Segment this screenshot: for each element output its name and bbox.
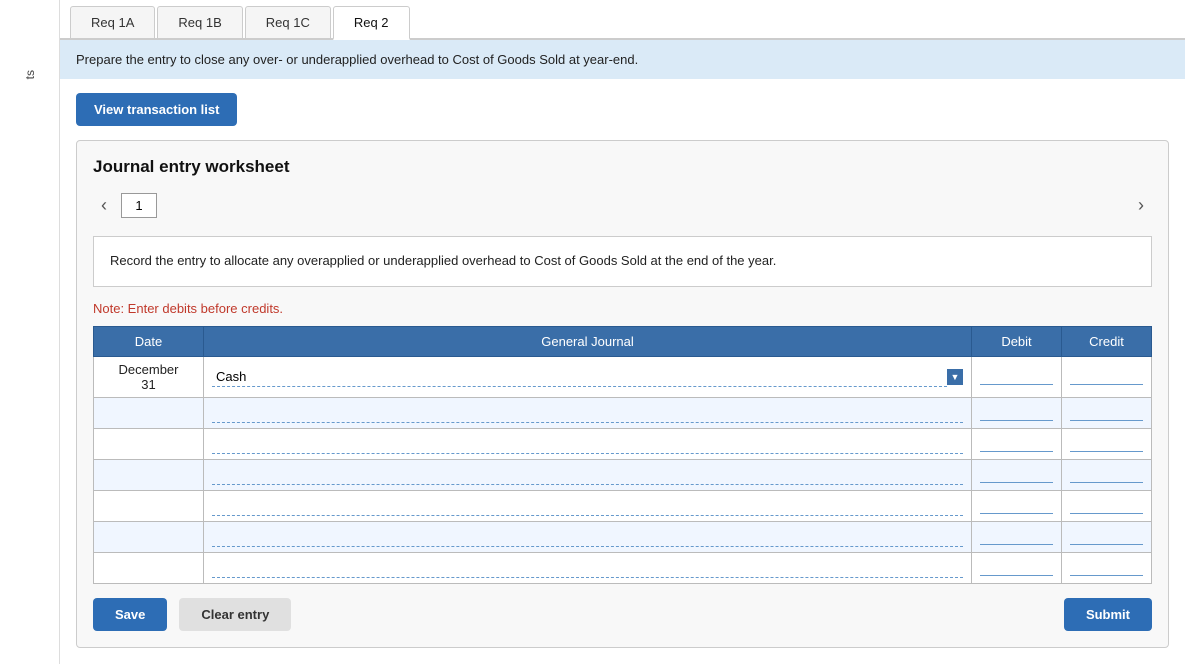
table-row-credit-3[interactable] (1062, 459, 1152, 490)
debit-input-5[interactable] (980, 529, 1053, 545)
credit-input-4[interactable] (1070, 498, 1143, 514)
nav-row: ‹ › (93, 191, 1152, 220)
table-row-journal-0[interactable]: ▼ (204, 356, 972, 397)
table-row-credit-4[interactable] (1062, 490, 1152, 521)
bottom-buttons: Save Clear entry Submit (93, 598, 1152, 631)
table-row-date-1 (94, 397, 204, 428)
instruction-text: Prepare the entry to close any over- or … (76, 52, 638, 67)
col-header-credit: Credit (1062, 326, 1152, 356)
col-header-date: Date (94, 326, 204, 356)
debit-input-4[interactable] (980, 498, 1053, 514)
table-row-credit-5[interactable] (1062, 521, 1152, 552)
table-row-debit-4[interactable] (972, 490, 1062, 521)
journal-worksheet: Journal entry worksheet ‹ › Record the e… (76, 140, 1169, 648)
view-transaction-button[interactable]: View transaction list (76, 93, 237, 126)
debit-input-1[interactable] (980, 405, 1053, 421)
worksheet-title: Journal entry worksheet (93, 157, 1152, 177)
table-row-debit-0[interactable] (972, 356, 1062, 397)
credit-input-3[interactable] (1070, 467, 1143, 483)
journal-input-3[interactable] (212, 465, 963, 485)
journal-input-6[interactable] (212, 558, 963, 578)
table-row-credit-2[interactable] (1062, 428, 1152, 459)
save-button[interactable]: Save (93, 598, 167, 631)
tab-req1c[interactable]: Req 1C (245, 6, 331, 38)
tab-req1a[interactable]: Req 1A (70, 6, 155, 38)
left-sidebar: ts (0, 0, 60, 664)
main-content: Req 1A Req 1B Req 1C Req 2 Prepare the e… (60, 0, 1185, 664)
table-row-debit-2[interactable] (972, 428, 1062, 459)
table-row-debit-1[interactable] (972, 397, 1062, 428)
journal-table: Date General Journal Debit Credit Decemb… (93, 326, 1152, 584)
table-row-date-0: December 31 (94, 356, 204, 397)
col-header-general-journal: General Journal (204, 326, 972, 356)
journal-input-5[interactable] (212, 527, 963, 547)
table-row-date-4 (94, 490, 204, 521)
table-row-credit-1[interactable] (1062, 397, 1152, 428)
page-number-input[interactable] (121, 193, 157, 218)
tab-req1b[interactable]: Req 1B (157, 6, 242, 38)
credit-input-5[interactable] (1070, 529, 1143, 545)
tabs-bar: Req 1A Req 1B Req 1C Req 2 (60, 0, 1185, 40)
note-text: Note: Enter debits before credits. (93, 301, 1152, 316)
sidebar-label: ts (23, 70, 37, 79)
debit-input-0[interactable] (980, 369, 1053, 385)
debit-input-6[interactable] (980, 560, 1053, 576)
credit-input-1[interactable] (1070, 405, 1143, 421)
tab-req2[interactable]: Req 2 (333, 6, 410, 40)
table-row-credit-0[interactable] (1062, 356, 1152, 397)
journal-input-2[interactable] (212, 434, 963, 454)
table-row-journal-3[interactable] (204, 459, 972, 490)
prev-page-button[interactable]: ‹ (93, 191, 115, 220)
debit-input-2[interactable] (980, 436, 1053, 452)
instruction-banner: Prepare the entry to close any over- or … (60, 40, 1185, 79)
table-row-date-2 (94, 428, 204, 459)
table-row-date-5 (94, 521, 204, 552)
table-row-debit-3[interactable] (972, 459, 1062, 490)
col-header-debit: Debit (972, 326, 1062, 356)
journal-input-1[interactable] (212, 403, 963, 423)
debit-input-3[interactable] (980, 467, 1053, 483)
table-row-journal-5[interactable] (204, 521, 972, 552)
credit-input-0[interactable] (1070, 369, 1143, 385)
next-page-button[interactable]: › (1130, 191, 1152, 220)
table-row-journal-1[interactable] (204, 397, 972, 428)
entry-description: Record the entry to allocate any overapp… (93, 236, 1152, 287)
submit-button[interactable]: Submit (1064, 598, 1152, 631)
credit-input-2[interactable] (1070, 436, 1143, 452)
journal-input-0[interactable] (212, 367, 947, 387)
dropdown-arrow-icon[interactable]: ▼ (947, 369, 963, 385)
table-row-journal-2[interactable] (204, 428, 972, 459)
table-row-debit-5[interactable] (972, 521, 1062, 552)
entry-description-text: Record the entry to allocate any overapp… (110, 253, 776, 268)
table-row-date-3 (94, 459, 204, 490)
clear-entry-button[interactable]: Clear entry (179, 598, 291, 631)
journal-input-4[interactable] (212, 496, 963, 516)
table-row-journal-4[interactable] (204, 490, 972, 521)
credit-input-6[interactable] (1070, 560, 1143, 576)
